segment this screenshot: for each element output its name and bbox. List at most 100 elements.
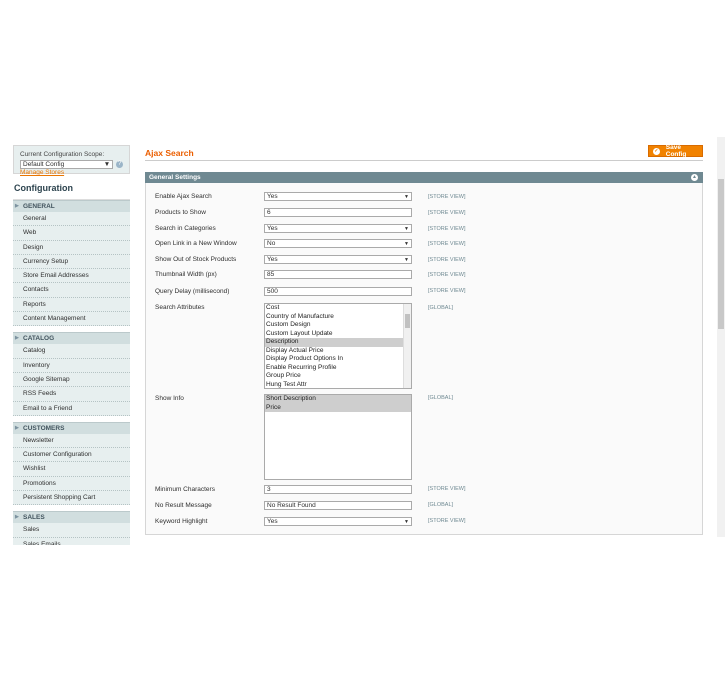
show-info-multiselect[interactable]: Short Description Price — [264, 394, 412, 480]
sidebar-group-label: SALES — [23, 514, 45, 522]
sidebar-item[interactable]: Email to a Friend — [13, 401, 130, 416]
sidebar-item[interactable]: Contacts — [13, 283, 130, 298]
select-option[interactable]: Display Product Options In — [265, 355, 411, 364]
keyword-highlight-label: Keyword Highlight — [155, 518, 208, 525]
scope-switcher: Current Configuration Scope: Default Con… — [13, 145, 130, 176]
chevron-down-icon: ▼ — [404, 257, 409, 263]
keyword-highlight-value: Yes — [267, 518, 278, 525]
scope-tag: [STORE VIEW] — [428, 486, 466, 492]
sidebar-item[interactable]: Inventory — [13, 358, 130, 373]
sidebar-item[interactable]: Google Sitemap — [13, 372, 130, 388]
save-config-button[interactable]: ✓ Save Config — [648, 144, 703, 158]
chevron-right-icon: ▶ — [15, 514, 19, 521]
products-to-show-input[interactable]: 6 — [264, 208, 412, 217]
enable-ajax-search-label: Enable Ajax Search — [155, 193, 212, 200]
sidebar-item[interactable]: Reports — [13, 297, 130, 313]
scope-select-value: Default Config — [23, 161, 65, 168]
section-title: General Settings — [149, 174, 201, 181]
enable-ajax-search-value: Yes — [267, 193, 278, 200]
sidebar-group-header[interactable]: ▶ SALES — [13, 511, 130, 524]
sidebar-group-label: GENERAL — [23, 203, 55, 210]
sidebar-item[interactable]: Newsletter — [13, 433, 130, 449]
select-option[interactable]: Display Actual Price — [265, 347, 411, 356]
out-of-stock-value: Yes — [267, 256, 278, 263]
open-new-window-value: No — [267, 240, 276, 247]
minimum-characters-value: 3 — [267, 486, 271, 493]
show-info-label: Show Info — [155, 395, 184, 402]
search-attributes-multiselect[interactable]: Cost Country of Manufacture Custom Design C… — [264, 303, 412, 389]
save-config-label: Save Config — [665, 144, 687, 158]
title-divider — [145, 160, 703, 161]
collapse-icon[interactable]: ▲ — [691, 174, 698, 181]
help-icon[interactable]: ? — [116, 161, 123, 168]
search-attributes-label: Search Attributes — [155, 304, 205, 311]
minimum-characters-input[interactable]: 3 — [264, 485, 412, 494]
no-result-message-label: No Result Message — [155, 502, 212, 509]
scrollbar-thumb[interactable] — [405, 314, 410, 328]
sidebar-groups: ▶ GENERAL General Web Design Currency Setup St… — [13, 200, 130, 545]
open-new-window-select[interactable]: No ▼ — [264, 239, 412, 248]
keyword-highlight-select[interactable]: Yes ▼ — [264, 517, 412, 526]
sidebar-group-header[interactable]: ▶ CUSTOMERS — [13, 421, 130, 434]
no-result-message-value: No Result Found — [267, 502, 316, 509]
chevron-down-icon: ▼ — [404, 519, 409, 525]
scope-tag: [GLOBAL] — [428, 305, 454, 311]
section-header[interactable]: General Settings ▲ — [145, 172, 703, 183]
sidebar-item[interactable]: Content Management — [13, 312, 130, 327]
scope-tag: [GLOBAL] — [428, 502, 454, 508]
chevron-down-icon: ▼ — [404, 194, 409, 200]
scope-tag: [STORE VIEW] — [428, 257, 466, 263]
section-body — [145, 183, 703, 535]
sidebar-item[interactable]: Promotions — [13, 476, 130, 492]
sidebar-item[interactable]: RSS Feeds — [13, 387, 130, 402]
sidebar-group-label: CUSTOMERS — [23, 424, 65, 432]
products-to-show-value: 6 — [267, 209, 271, 216]
products-to-show-label: Products to Show — [155, 209, 206, 216]
select-option[interactable]: Custom Design — [265, 321, 411, 330]
sidebar-item[interactable]: Currency Setup — [13, 254, 130, 270]
scope-tag: [STORE VIEW] — [428, 194, 466, 200]
sidebar-item[interactable]: General — [13, 212, 130, 227]
chevron-right-icon: ▶ — [15, 335, 19, 342]
sidebar-item[interactable]: Store Email Addresses — [13, 269, 130, 284]
sidebar-item[interactable]: Design — [13, 240, 130, 255]
sidebar-item[interactable]: Web — [13, 226, 130, 241]
chevron-down-icon: ▼ — [404, 241, 409, 247]
page-scrollbar[interactable] — [717, 137, 725, 537]
sidebar-item[interactable]: Persistent Shopping Cart — [13, 491, 130, 506]
search-in-categories-select[interactable]: Yes ▼ — [264, 224, 412, 233]
sidebar-item[interactable]: Wishlist — [13, 462, 130, 477]
enable-ajax-search-select[interactable]: Yes ▼ — [264, 192, 412, 201]
select-option[interactable]: Description — [265, 338, 411, 347]
no-result-message-input[interactable]: No Result Found — [264, 501, 412, 510]
select-option[interactable]: Hung Test Attr — [265, 381, 411, 389]
select-option[interactable]: Price — [265, 403, 411, 412]
select-option[interactable]: Country of Manufacture — [265, 313, 411, 322]
sidebar-group-header[interactable]: ▶ CATALOG — [13, 332, 130, 345]
scope-tag: [STORE VIEW] — [428, 210, 466, 216]
scope-tag: [GLOBAL] — [428, 395, 454, 401]
config-sidebar: Current Configuration Scope: Default Con… — [13, 145, 130, 545]
select-option[interactable]: Group Price — [265, 372, 411, 381]
scrollbar[interactable] — [403, 304, 411, 388]
page-title: Ajax Search — [145, 148, 194, 158]
sidebar-title: Configuration — [13, 174, 130, 200]
scope-label: Current Configuration Scope: — [20, 151, 105, 158]
sidebar-item[interactable]: Catalog — [13, 344, 130, 359]
thumbnail-width-input[interactable]: 85 — [264, 270, 412, 279]
scope-tag: [STORE VIEW] — [428, 272, 466, 278]
sidebar-item[interactable]: Customer Configuration — [13, 448, 130, 463]
select-option[interactable]: Short Description — [265, 395, 411, 404]
page-scrollbar-thumb[interactable] — [718, 179, 724, 329]
select-option[interactable]: Enable Recurring Profile — [265, 364, 411, 373]
thumbnail-width-value: 85 — [267, 271, 275, 278]
sidebar-item[interactable]: Sales Emails — [13, 537, 130, 545]
open-new-window-label: Open Link in a New Window — [155, 240, 237, 247]
sidebar-item[interactable]: Sales — [13, 523, 130, 538]
out-of-stock-select[interactable]: Yes ▼ — [264, 255, 412, 264]
select-option[interactable]: Custom Layout Update — [265, 330, 411, 339]
sidebar-group-header[interactable]: ▶ GENERAL — [13, 200, 130, 212]
scope-select[interactable]: Default Config ▼ — [20, 160, 114, 169]
select-option[interactable]: Cost — [265, 304, 411, 313]
query-delay-input[interactable]: 500 — [264, 287, 412, 296]
